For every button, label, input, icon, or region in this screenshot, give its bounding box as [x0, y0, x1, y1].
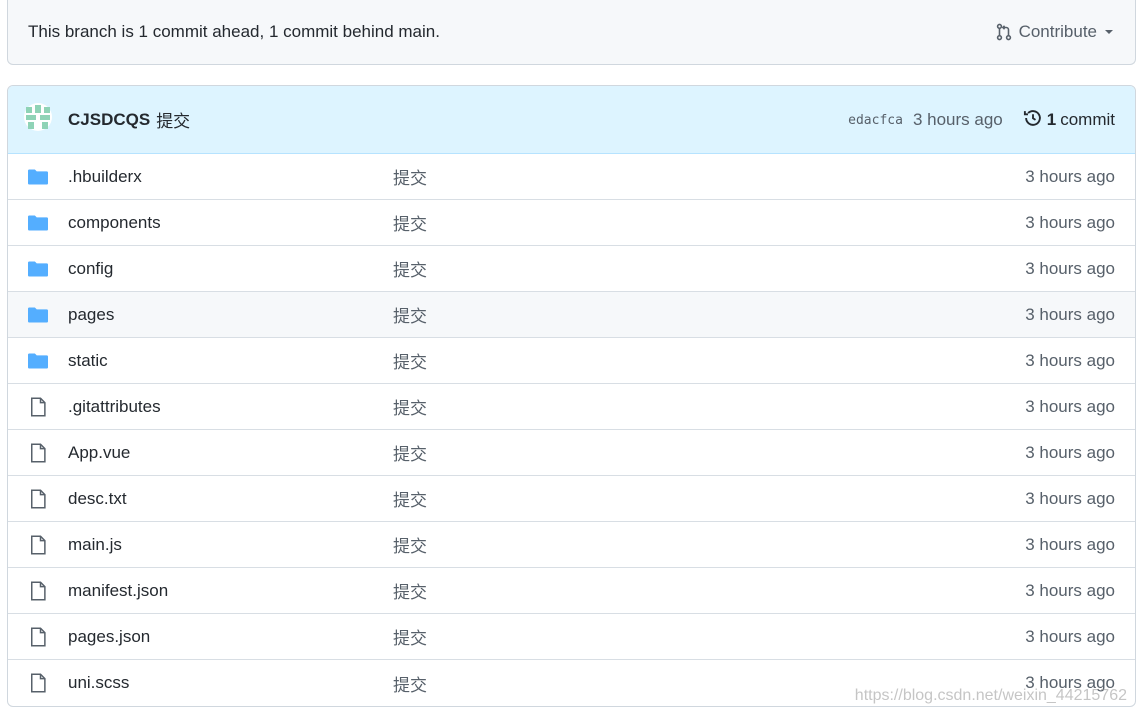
file-name[interactable]: pages.json [68, 627, 150, 647]
file-icon [28, 397, 48, 417]
file-name[interactable]: App.vue [68, 443, 130, 463]
commit-sha[interactable]: edacfca [848, 113, 903, 128]
file-icon [28, 443, 48, 463]
file-commit-message[interactable]: 提交 [393, 302, 427, 327]
file-name[interactable]: static [68, 351, 108, 371]
file-name[interactable]: main.js [68, 535, 122, 555]
file-name[interactable]: config [68, 259, 113, 279]
file-name[interactable]: uni.scss [68, 673, 129, 693]
caret-down-icon [1103, 26, 1115, 38]
contribute-label: Contribute [1018, 22, 1097, 41]
git-pull-request-icon [995, 23, 1013, 41]
file-age: 3 hours ago [1025, 488, 1115, 508]
file-icon [28, 535, 48, 555]
file-row[interactable]: .gitattributes 提交 3 hours ago [8, 384, 1135, 430]
file-age: 3 hours ago [1025, 442, 1115, 462]
file-commit-message[interactable]: 提交 [393, 671, 427, 696]
file-age: 3 hours ago [1025, 626, 1115, 646]
file-commit-message[interactable]: 提交 [393, 440, 427, 465]
file-age: 3 hours ago [1025, 212, 1115, 232]
file-name[interactable]: pages [68, 305, 114, 325]
folder-icon [28, 213, 48, 233]
avatar[interactable] [24, 103, 68, 136]
folder-icon [28, 167, 48, 187]
file-icon [28, 627, 48, 647]
history-label: commit [1060, 110, 1115, 129]
file-age: 3 hours ago [1025, 534, 1115, 554]
file-list: .hbuilderx 提交 3 hours ago components 提交 3 hou… [8, 154, 1135, 706]
file-row[interactable]: config 提交 3 hours ago [8, 246, 1135, 292]
file-commit-message[interactable]: 提交 [393, 532, 427, 557]
branch-status-bar: This branch is 1 commit ahead, 1 commit … [7, 0, 1136, 65]
contribute-button[interactable]: Contribute [995, 22, 1115, 42]
file-row[interactable]: App.vue 提交 3 hours ago [8, 430, 1135, 476]
file-commit-message[interactable]: 提交 [393, 256, 427, 281]
file-row[interactable]: main.js 提交 3 hours ago [8, 522, 1135, 568]
history-link[interactable]: 1 commit [1023, 108, 1115, 133]
folder-icon [28, 305, 48, 325]
file-age: 3 hours ago [1025, 396, 1115, 416]
file-row[interactable]: pages 提交 3 hours ago [8, 292, 1135, 338]
file-name[interactable]: components [68, 213, 161, 233]
file-row[interactable]: .hbuilderx 提交 3 hours ago [8, 154, 1135, 200]
history-count: 1 [1046, 110, 1057, 129]
file-age: 3 hours ago [1025, 166, 1115, 186]
file-icon [28, 673, 48, 693]
file-row[interactable]: components 提交 3 hours ago [8, 200, 1135, 246]
file-name[interactable]: desc.txt [68, 489, 127, 509]
latest-commit-header: CJSDCQS 提交 edacfca 3 hours ago 1 commit [8, 86, 1135, 154]
file-row[interactable]: static 提交 3 hours ago [8, 338, 1135, 384]
file-name[interactable]: .hbuilderx [68, 167, 142, 187]
file-row[interactable]: desc.txt 提交 3 hours ago [8, 476, 1135, 522]
file-browser: CJSDCQS 提交 edacfca 3 hours ago 1 commit … [7, 85, 1136, 707]
file-commit-message[interactable]: 提交 [393, 164, 427, 189]
file-row[interactable]: manifest.json 提交 3 hours ago [8, 568, 1135, 614]
commit-time: 3 hours ago [912, 110, 1003, 129]
file-commit-message[interactable]: 提交 [393, 210, 427, 235]
history-icon [1023, 108, 1043, 133]
file-commit-message[interactable]: 提交 [393, 348, 427, 373]
commit-author[interactable]: CJSDCQS [68, 110, 150, 130]
file-row[interactable]: pages.json 提交 3 hours ago [8, 614, 1135, 660]
file-commit-message[interactable]: 提交 [393, 578, 427, 603]
file-commit-message[interactable]: 提交 [393, 624, 427, 649]
folder-icon [28, 351, 48, 371]
file-icon [28, 489, 48, 509]
file-name[interactable]: .gitattributes [68, 397, 161, 417]
watermark: https://blog.csdn.net/weixin_44215762 [854, 687, 1127, 704]
file-age: 3 hours ago [1025, 580, 1115, 600]
file-age: 3 hours ago [1025, 350, 1115, 370]
file-commit-message[interactable]: 提交 [393, 486, 427, 511]
commit-message[interactable]: 提交 [156, 107, 190, 132]
file-icon [28, 581, 48, 601]
file-commit-message[interactable]: 提交 [393, 394, 427, 419]
commit-meta: edacfca 3 hours ago 1 commit [848, 86, 1115, 154]
branch-status-text: This branch is 1 commit ahead, 1 commit … [28, 22, 440, 41]
folder-icon [28, 259, 48, 279]
file-age: 3 hours ago [1025, 304, 1115, 324]
file-name[interactable]: manifest.json [68, 581, 168, 601]
file-age: 3 hours ago [1025, 258, 1115, 278]
